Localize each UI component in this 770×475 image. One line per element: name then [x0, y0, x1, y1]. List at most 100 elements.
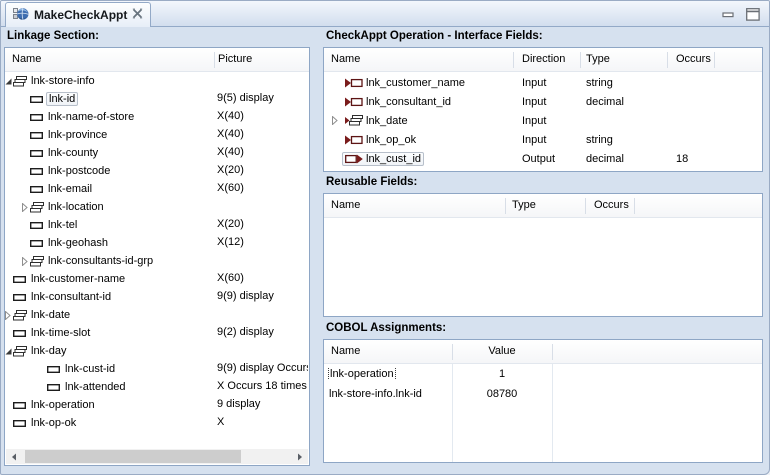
assignment-name[interactable]: lnk-store-info.lnk-id	[328, 388, 423, 400]
minimize-icon[interactable]	[721, 7, 736, 21]
table-row[interactable]: lnk_consultant_id Input decimal	[324, 92, 762, 111]
reusable-fields-header: Name Type Occurs	[324, 194, 762, 218]
expand-arrow-icon[interactable]	[5, 78, 13, 85]
tree-row[interactable]: lnk-consultants-id-grp	[5, 252, 309, 270]
expand-arrow-icon[interactable]	[5, 311, 13, 320]
column-divider[interactable]	[552, 344, 553, 360]
column-divider[interactable]	[214, 52, 215, 68]
field-name[interactable]: lnk_consultant_id	[366, 96, 451, 108]
tree-row[interactable]: lnk-cust-id 9(9) display Occurs 18 times	[5, 360, 309, 378]
column-header-occurs[interactable]: Occurs	[676, 53, 711, 65]
tree-item-label[interactable]: lnk-tel	[46, 219, 79, 231]
tree-item-label[interactable]: lnk-email	[46, 183, 94, 195]
field-name[interactable]: lnk_op_ok	[366, 134, 416, 146]
tree-item-label[interactable]: lnk-postcode	[46, 165, 112, 177]
tree-item-label[interactable]: lnk-consultant-id	[29, 291, 113, 303]
tree-item-label[interactable]: lnk-customer-name	[29, 273, 127, 285]
tree-row[interactable]: lnk-location	[5, 198, 309, 216]
table-row[interactable]: lnk-store-info.lnk-id 08780	[324, 384, 762, 404]
tree-row[interactable]: lnk-county X(40)	[5, 144, 309, 162]
tree-row[interactable]: lnk-store-info	[5, 72, 309, 90]
tree-item-label[interactable]: lnk-operation	[29, 399, 97, 411]
tree-row[interactable]: lnk-attended X Occurs 18 times	[5, 378, 309, 396]
tree-row[interactable]: lnk-operation 9 display	[5, 396, 309, 414]
column-header-name[interactable]: Name	[331, 345, 360, 357]
tree-item-label[interactable]: lnk-province	[46, 129, 109, 141]
column-divider[interactable]	[667, 52, 668, 68]
assignment-value[interactable]: 08780	[452, 388, 552, 400]
tree-item-label[interactable]: lnk-date	[29, 309, 72, 321]
tree-row[interactable]: lnk-time-slot 9(2) display	[5, 324, 309, 342]
tab-close-icon[interactable]	[132, 8, 143, 22]
tree-item-label[interactable]: lnk-geohash	[46, 237, 110, 249]
table-row[interactable]: lnk_op_ok Input string	[324, 130, 762, 149]
scroll-left-arrow-icon[interactable]	[6, 449, 22, 464]
field-name[interactable]: lnk_cust_id	[366, 153, 421, 165]
column-divider[interactable]	[714, 52, 715, 68]
tree-row[interactable]: lnk-email X(60)	[5, 180, 309, 198]
horizontal-scrollbar[interactable]	[6, 449, 308, 464]
tree-row[interactable]: lnk-tel X(20)	[5, 216, 309, 234]
tree-row[interactable]: lnk-id 9(5) display	[5, 90, 309, 108]
tab-makecheckappt[interactable]: MakeCheckAppt	[5, 2, 151, 27]
tree-item-label[interactable]: lnk-store-info	[29, 75, 97, 87]
makecheckappt-view: MakeCheckAppt Linkage Section: CheckAppt…	[0, 0, 770, 475]
column-divider[interactable]	[580, 52, 581, 68]
tree-item-label[interactable]: lnk-name-of-store	[46, 111, 136, 123]
field-direction: Input	[513, 96, 580, 108]
column-header-direction[interactable]: Direction	[522, 53, 565, 65]
column-divider[interactable]	[585, 198, 586, 214]
field-name[interactable]: lnk_customer_name	[366, 77, 465, 89]
scrollbar-thumb[interactable]	[25, 450, 241, 463]
column-header-name[interactable]: Name	[12, 53, 41, 65]
tree-item-label[interactable]: lnk-day	[29, 345, 68, 357]
maximize-icon[interactable]	[745, 7, 760, 21]
column-divider[interactable]	[452, 344, 453, 360]
tree-row[interactable]: lnk-op-ok X	[5, 414, 309, 432]
column-header-value[interactable]: Value	[452, 345, 552, 357]
expand-arrow-icon[interactable]	[5, 348, 13, 355]
linkage-table-header: Name Picture	[5, 48, 309, 72]
column-header-type[interactable]: Type	[586, 53, 610, 65]
tree-item-label[interactable]: lnk-time-slot	[29, 327, 92, 339]
table-row[interactable]: lnk_date Input	[324, 111, 762, 130]
tree-row[interactable]: lnk-province X(40)	[5, 126, 309, 144]
assignment-value[interactable]: 1	[452, 368, 552, 380]
tree-item-icon	[13, 329, 28, 338]
tree-row[interactable]: lnk-customer-name X(60)	[5, 270, 309, 288]
tree-item-label[interactable]: lnk-location	[46, 201, 106, 213]
expand-arrow-icon[interactable]	[332, 116, 342, 125]
tree-row[interactable]: lnk-day	[5, 342, 309, 360]
tree-row[interactable]: lnk-postcode X(20)	[5, 162, 309, 180]
tree-item-icon	[13, 419, 28, 428]
tree-item-label[interactable]: lnk-consultants-id-grp	[46, 255, 155, 267]
field-name[interactable]: lnk_date	[366, 115, 408, 127]
tree-item-label[interactable]: lnk-county	[46, 147, 100, 159]
column-divider[interactable]	[505, 198, 506, 214]
column-header-occurs[interactable]: Occurs	[594, 199, 629, 211]
tree-row[interactable]: lnk-date	[5, 306, 309, 324]
tree-item-label[interactable]: lnk-id	[46, 92, 78, 106]
column-header-name[interactable]: Name	[331, 199, 360, 211]
tree-item-icon	[30, 95, 45, 104]
tree-item-label[interactable]: lnk-op-ok	[29, 417, 78, 429]
column-header-name[interactable]: Name	[331, 53, 360, 65]
column-header-type[interactable]: Type	[512, 199, 536, 211]
tree-row[interactable]: lnk-name-of-store X(40)	[5, 108, 309, 126]
tree-row[interactable]: lnk-consultant-id 9(9) display	[5, 288, 309, 306]
tree-item-label[interactable]: lnk-cust-id	[63, 363, 117, 375]
expand-arrow-icon[interactable]	[22, 203, 30, 212]
tree-row[interactable]: lnk-geohash X(12)	[5, 234, 309, 252]
expand-arrow-icon[interactable]	[22, 257, 30, 266]
column-divider[interactable]	[513, 52, 514, 68]
tree-item-icon	[13, 76, 28, 87]
assignment-name[interactable]: lnk-operation	[328, 368, 396, 380]
table-row[interactable]: lnk_customer_name Input string	[324, 73, 762, 92]
column-divider[interactable]	[634, 198, 635, 214]
table-row[interactable]: lnk_cust_id Output decimal 18	[324, 149, 762, 168]
scroll-right-arrow-icon[interactable]	[292, 449, 308, 464]
table-row[interactable]: lnk-operation 1	[324, 364, 762, 384]
tree-item-label[interactable]: lnk-attended	[63, 381, 128, 393]
reusable-fields-body	[324, 219, 762, 316]
column-header-picture[interactable]: Picture	[218, 53, 252, 65]
